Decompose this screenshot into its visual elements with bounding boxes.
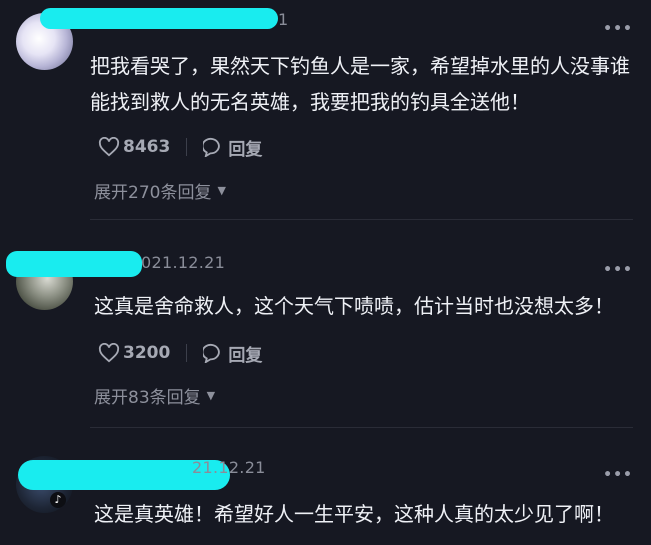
comment-text: 这是真英雄！希望好人一生平安，这种人真的太少见了啊！ bbox=[94, 502, 614, 526]
comment-item: ♪ 21.12.21 ••• 这是真英雄！希望好人一生平安，这种人真的太少见了啊… bbox=[0, 0, 651, 545]
more-options-icon[interactable]: ••• bbox=[603, 467, 633, 483]
tiktok-icon: ♪ bbox=[50, 492, 66, 508]
comment-date: 21.12.21 bbox=[192, 458, 266, 477]
